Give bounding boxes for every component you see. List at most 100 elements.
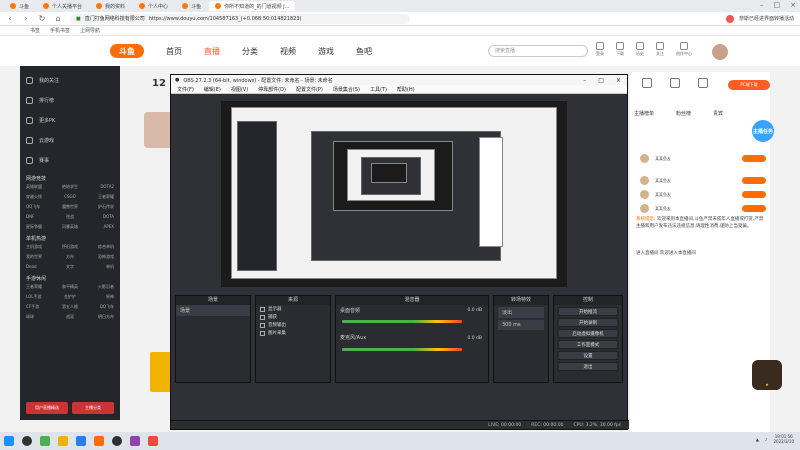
obs-preview-canvas[interactable] bbox=[221, 101, 567, 287]
bookmark-item[interactable]: 书签 bbox=[30, 27, 40, 34]
category-link[interactable]: 主机游戏 bbox=[26, 244, 55, 250]
header-icon-history[interactable]: 历史 bbox=[636, 42, 644, 57]
rank-row[interactable]: 某某鱼友 bbox=[640, 176, 766, 185]
clock[interactable]: 19:01:56 2022/3/10 bbox=[773, 434, 794, 444]
category-link[interactable]: APEX bbox=[85, 224, 114, 230]
browser-tab-active[interactable]: 你所不知道的_的门道视频 J... bbox=[209, 1, 296, 11]
obs-app-icon[interactable] bbox=[112, 436, 122, 446]
menu-scene-collection[interactable]: 场景集合(S) bbox=[333, 86, 360, 93]
category-link[interactable]: 战双 bbox=[55, 314, 84, 320]
category-link[interactable]: 明日方舟 bbox=[85, 314, 114, 320]
site-search-input[interactable]: 搜索直播 bbox=[488, 45, 588, 57]
category-link[interactable]: 英雄联盟 bbox=[26, 184, 55, 190]
category-link[interactable]: 魔兽世界 bbox=[55, 204, 84, 210]
category-link[interactable]: QQ飞车 bbox=[85, 304, 114, 310]
volume-icon[interactable]: ♪ bbox=[765, 437, 768, 442]
browser-search[interactable]: 奈斯已经进界面转播活动 bbox=[725, 14, 794, 23]
category-link[interactable]: LOL手游 bbox=[26, 294, 55, 300]
header-icon-download[interactable]: 下载 bbox=[616, 42, 624, 57]
tab-fans-rank[interactable]: 粉丝榜 bbox=[676, 110, 691, 117]
browser-tab[interactable]: 个人关播平台 bbox=[37, 1, 88, 11]
category-link[interactable]: CSGO bbox=[55, 194, 84, 200]
nav-item-video[interactable]: 视频 bbox=[280, 46, 296, 57]
close-icon[interactable]: × bbox=[616, 77, 621, 84]
reload-icon[interactable]: ↻ bbox=[38, 14, 46, 23]
exit-button[interactable]: 退出 bbox=[558, 362, 618, 371]
sidebar-item-cloud-game[interactable]: 云游戏 bbox=[20, 130, 120, 150]
start-recording-button[interactable]: 开始录制 bbox=[558, 318, 618, 327]
settings-button[interactable]: 设置 bbox=[558, 351, 618, 360]
url-field[interactable]: ■ 直门打鱼网络科技有限公司 https://www.douyu.com/104… bbox=[70, 13, 410, 24]
app-icon[interactable] bbox=[40, 436, 50, 446]
category-link[interactable]: 火影忍者 bbox=[85, 284, 114, 290]
rank-row[interactable]: 某某鱼友 bbox=[640, 154, 766, 163]
source-item[interactable]: 音频输出 bbox=[256, 321, 330, 329]
menu-profile[interactable]: 配置文件(P) bbox=[296, 86, 323, 93]
category-link[interactable]: DNF bbox=[26, 214, 55, 220]
menu-edit[interactable]: 编辑(E) bbox=[204, 86, 221, 93]
avatar[interactable] bbox=[712, 44, 728, 60]
category-link[interactable]: 王者荣耀 bbox=[26, 284, 55, 290]
bookmark-item[interactable]: 手机书签 bbox=[50, 27, 70, 34]
mission-badge[interactable]: 主播任务 bbox=[752, 120, 774, 142]
category-link[interactable]: 我的世界 bbox=[26, 254, 55, 260]
category-link[interactable]: 炉石传说 bbox=[85, 204, 114, 210]
category-link[interactable]: DOTA2 bbox=[85, 184, 114, 190]
nav-item-home[interactable]: 首页 bbox=[166, 46, 182, 57]
nav-item-live[interactable]: 直播 bbox=[204, 46, 220, 57]
back-icon[interactable]: ‹ bbox=[6, 14, 14, 23]
forward-icon[interactable]: › bbox=[22, 14, 30, 23]
nav-item-game[interactable]: 游戏 bbox=[318, 46, 334, 57]
source-item[interactable]: 图片采集 bbox=[256, 329, 330, 337]
app-icon[interactable] bbox=[130, 436, 140, 446]
start-streaming-button[interactable]: 开始推流 bbox=[558, 307, 618, 316]
browser-icon[interactable] bbox=[76, 436, 86, 446]
minimize-icon[interactable]: – bbox=[760, 1, 764, 9]
browser-tab[interactable]: 我的资料 bbox=[90, 1, 131, 11]
category-link[interactable]: 综合单机 bbox=[85, 244, 114, 250]
start-icon[interactable] bbox=[4, 436, 14, 446]
gift-icon[interactable]: ★ bbox=[752, 360, 782, 390]
sidebar-item-esports[interactable]: 赛事 bbox=[20, 150, 120, 170]
minimize-icon[interactable]: – bbox=[583, 77, 586, 84]
category-link[interactable]: 怀旧游戏 bbox=[55, 244, 84, 250]
menu-tools[interactable]: 工具(T) bbox=[370, 86, 387, 93]
pc-download-badge[interactable]: PC端下载 bbox=[728, 80, 770, 90]
menu-view[interactable]: 视图(V) bbox=[231, 86, 248, 93]
category-link[interactable]: 原神 bbox=[85, 294, 114, 300]
network-icon[interactable]: ▲ bbox=[756, 437, 759, 442]
folder-icon[interactable] bbox=[58, 436, 68, 446]
search-icon[interactable] bbox=[22, 436, 32, 446]
nav-item-yuba[interactable]: 鱼吧 bbox=[356, 46, 372, 57]
sidebar-item-pk[interactable]: 更多PK bbox=[20, 110, 120, 130]
category-link[interactable]: 球球 bbox=[26, 314, 55, 320]
rank-row[interactable]: 某某鱼友 bbox=[640, 204, 766, 213]
report-icon[interactable] bbox=[670, 78, 680, 88]
douyu-logo[interactable]: 斗鱼 bbox=[110, 44, 144, 58]
menu-file[interactable]: 文件(F) bbox=[177, 86, 194, 93]
category-link[interactable]: Dead bbox=[26, 264, 55, 270]
source-item[interactable]: 捕获 bbox=[256, 313, 330, 321]
studio-mode-button[interactable]: 工作室模式 bbox=[558, 340, 618, 349]
header-icon-creator[interactable]: 创作中心 bbox=[676, 42, 692, 57]
browser-tab[interactable]: 斗鱼 bbox=[4, 1, 35, 11]
anchor-category-button[interactable]: 主播分类 bbox=[72, 402, 114, 414]
rank-row[interactable]: 某某鱼友 bbox=[640, 190, 766, 199]
header-icon-login[interactable]: 登录 bbox=[596, 42, 604, 57]
bookmark-item[interactable]: 上网导航 bbox=[80, 27, 100, 34]
maximize-icon[interactable]: □ bbox=[598, 77, 604, 84]
tab-vip[interactable]: 贵宾 bbox=[713, 110, 723, 117]
transition-duration[interactable]: 300 ms bbox=[498, 320, 544, 330]
browser-tab[interactable]: 斗鱼 bbox=[176, 1, 207, 11]
maximize-icon[interactable]: □ bbox=[774, 1, 781, 9]
source-item[interactable]: 显示器 bbox=[256, 305, 330, 313]
tab-anchor-rank[interactable]: 主播榜单 bbox=[634, 110, 654, 117]
category-link[interactable]: DOTA bbox=[85, 214, 114, 220]
share-icon[interactable] bbox=[642, 78, 652, 88]
menu-help[interactable]: 帮助(H) bbox=[397, 86, 415, 93]
category-link[interactable]: 和平精英 bbox=[55, 284, 84, 290]
sidebar-item-rank[interactable]: 排行榜 bbox=[20, 90, 120, 110]
category-link[interactable]: 单机 bbox=[85, 264, 114, 270]
transition-select[interactable]: 淡出 bbox=[498, 307, 544, 318]
virtual-camera-button[interactable]: 启动虚拟摄像机 bbox=[558, 329, 618, 338]
